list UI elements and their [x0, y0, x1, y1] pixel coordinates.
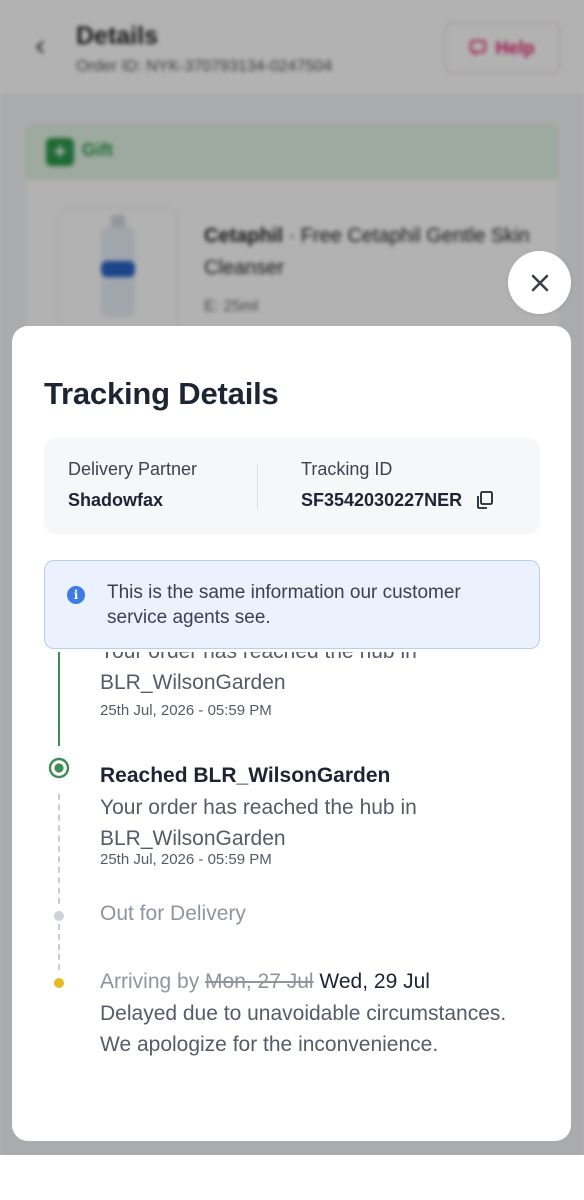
- delay-note: Delayed due to unavoidable circumstances…: [100, 1002, 507, 1056]
- divider: [257, 464, 258, 510]
- tracking-details-sheet: Tracking Details Delivery Partner Shadow…: [12, 326, 571, 1141]
- original-date: Mon, 27 Jul: [205, 970, 314, 993]
- timeline-line-pending: [58, 794, 60, 904]
- tracking-id-row: SF3542030227NER: [301, 489, 495, 511]
- delivery-partner-label: Delivery Partner: [68, 459, 198, 479]
- close-icon: [531, 274, 548, 291]
- event-time: 25th Jul, 2026 - 05:59 PM: [100, 702, 272, 719]
- tracking-id-label: Tracking ID: [301, 459, 393, 479]
- event-description: Your order has reached the hub in BLR_Wi…: [100, 652, 417, 694]
- event-description: Your order has reached the hub in BLR_Wi…: [100, 796, 417, 850]
- current-status-icon: [48, 757, 70, 779]
- delivery-partner-value: Shadowfax: [68, 490, 164, 510]
- copy-icon[interactable]: [475, 490, 495, 510]
- event-time: 25th Jul, 2026 - 05:59 PM: [100, 851, 272, 868]
- out-for-delivery-label: Out for Delivery: [100, 902, 246, 925]
- notice-text: This is the same information our custome…: [107, 582, 461, 628]
- tracking-id: Tracking ID SF3542030227NER: [301, 458, 495, 511]
- pending-status-dot: [54, 911, 64, 921]
- new-date: Wed, 29 Jul: [313, 970, 430, 993]
- sheet-title: Tracking Details: [44, 376, 279, 411]
- tracking-timeline[interactable]: Your order has reached the hub in BLR_Wi…: [12, 652, 571, 1141]
- delivery-partner: Delivery Partner Shadowfax: [68, 458, 197, 511]
- shipment-info-box: Delivery Partner Shadowfax Tracking ID S…: [44, 438, 540, 534]
- arriving-line: Arriving by Mon, 27 Jul Wed, 29 Jul: [100, 970, 430, 994]
- timeline-line-pending: [58, 924, 60, 970]
- delay-status-dot: [54, 978, 64, 988]
- info-icon: i: [67, 586, 85, 604]
- tracking-id-value: SF3542030227NER: [301, 490, 463, 510]
- bottom-strip: [0, 1155, 584, 1200]
- timeline-line-completed: [58, 652, 60, 746]
- event-title: Reached BLR_WilsonGarden: [100, 764, 391, 787]
- arriving-prefix: Arriving by: [100, 970, 206, 993]
- info-notice: i This is the same information our custo…: [44, 560, 540, 649]
- close-button[interactable]: [508, 251, 571, 314]
